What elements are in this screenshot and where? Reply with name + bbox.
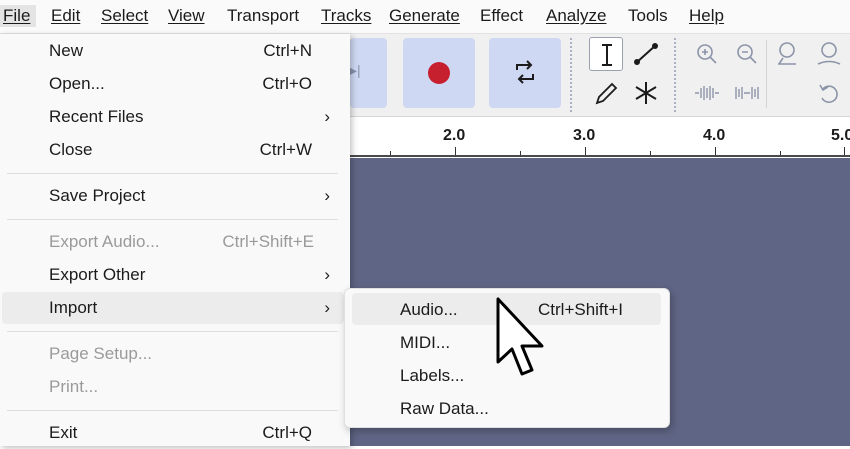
- menu-item-close[interactable]: Close Ctrl+W: [2, 134, 344, 166]
- skip-to-end-button[interactable]: ▸|: [350, 38, 387, 108]
- toolbar-grip[interactable]: [674, 38, 676, 112]
- menu-transport[interactable]: Transport: [227, 5, 299, 27]
- menu-item-new[interactable]: New Ctrl+N: [2, 35, 344, 67]
- menu-view[interactable]: View: [168, 5, 205, 27]
- chevron-right-icon: ›: [324, 186, 330, 205]
- zoom-in-button[interactable]: [690, 37, 724, 71]
- menu-item-recent-files[interactable]: Recent Files ›: [2, 101, 344, 133]
- silence-selection-button[interactable]: [730, 76, 764, 110]
- trim-outside-button[interactable]: [690, 76, 724, 110]
- zoom-in-icon: [697, 44, 717, 64]
- trim-icon: [695, 86, 719, 100]
- chevron-right-icon: ›: [324, 107, 330, 126]
- skip-end-icon: ▸|: [350, 62, 361, 78]
- zoom-out-button[interactable]: [730, 37, 764, 71]
- toolbar: ▸|: [350, 34, 850, 117]
- menu-analyze[interactable]: Analyze: [546, 5, 606, 27]
- ruler-tick: [715, 147, 716, 155]
- menu-separator: [7, 410, 338, 411]
- ruler-baseline: [350, 155, 850, 157]
- menu-effect[interactable]: Effect: [480, 5, 523, 27]
- menu-item-print: Print...: [49, 377, 99, 396]
- file-menu-dropdown: New Ctrl+N Open... Ctrl+O Recent Files ›…: [0, 34, 350, 446]
- timeline-ruler[interactable]: 2.0 3.0 4.0 5.0: [350, 117, 850, 157]
- i-beam-icon: [602, 44, 612, 66]
- envelope-tool-button[interactable]: [629, 37, 663, 71]
- menu-item-export-other[interactable]: Export Other ›: [2, 259, 344, 291]
- ruler-label: 5.0: [831, 127, 850, 144]
- undo-button[interactable]: [812, 76, 846, 110]
- asterisk-icon: [635, 82, 657, 104]
- loop-icon: [516, 60, 534, 84]
- menu-item-open[interactable]: Open... Ctrl+O: [2, 68, 344, 100]
- ruler-tick: [585, 147, 586, 155]
- record-button[interactable]: [403, 38, 475, 108]
- menu-bar: File Edit Select View Transport Tracks G…: [0, 0, 850, 34]
- fit-selection-button[interactable]: [770, 37, 804, 71]
- ruler-tick: [844, 147, 845, 155]
- zoom-out-icon: [737, 44, 757, 64]
- ruler-label: 2.0: [443, 127, 466, 144]
- menu-tracks[interactable]: Tracks: [321, 5, 371, 27]
- envelope-icon: [634, 43, 658, 65]
- menu-item-exit[interactable]: Exit Ctrl+Q: [2, 417, 344, 449]
- menu-separator: [7, 173, 338, 174]
- menu-select[interactable]: Select: [101, 5, 148, 27]
- loop-button[interactable]: [489, 38, 561, 108]
- chevron-right-icon: ›: [324, 265, 330, 284]
- menu-item-save-project[interactable]: Save Project ›: [2, 180, 344, 212]
- ruler-label: 3.0: [573, 127, 596, 144]
- undo-icon: [819, 84, 838, 104]
- menu-item-page-setup: Page Setup...: [49, 344, 153, 363]
- pencil-icon: [595, 82, 618, 105]
- menu-separator: [7, 331, 338, 332]
- zoom-selection-icon: [778, 42, 796, 65]
- zoom-fit-icon: [817, 42, 841, 65]
- fit-project-button[interactable]: [812, 37, 846, 71]
- toolbar-grip[interactable]: [570, 38, 572, 112]
- menu-help[interactable]: Help: [689, 5, 724, 27]
- menu-tools[interactable]: Tools: [628, 5, 668, 27]
- menu-edit[interactable]: Edit: [51, 5, 80, 27]
- multi-tool-button[interactable]: [629, 76, 663, 110]
- menu-file[interactable]: File: [0, 5, 36, 27]
- menu-separator: [7, 219, 338, 220]
- mouse-pointer-icon: [496, 297, 544, 376]
- silence-icon: [735, 87, 759, 99]
- menu-item-import[interactable]: Import ›: [2, 292, 344, 324]
- selection-tool-button[interactable]: [589, 37, 623, 71]
- menu-generate[interactable]: Generate: [389, 5, 460, 27]
- chevron-right-icon: ›: [324, 298, 330, 317]
- toolbar-divider: [766, 40, 767, 108]
- ruler-tick: [455, 147, 456, 155]
- draw-tool-button[interactable]: [589, 76, 623, 110]
- menu-item-export-audio: Export Audio... Ctrl+Shift+E: [49, 232, 314, 251]
- record-icon: [428, 62, 450, 84]
- ruler-label: 4.0: [703, 127, 726, 144]
- submenu-item-raw-data[interactable]: Raw Data...: [352, 392, 661, 424]
